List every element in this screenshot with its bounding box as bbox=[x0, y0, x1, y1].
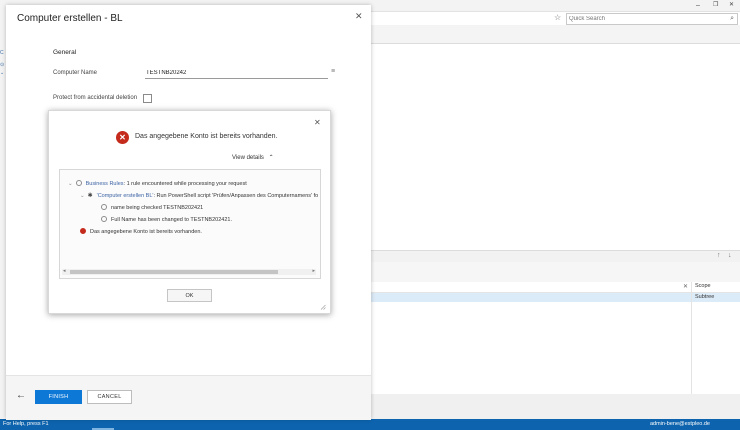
close-icon[interactable]: ✕ bbox=[314, 118, 321, 127]
name-check-text: name being checked TESTNB202421 bbox=[111, 205, 204, 211]
background-toolbar bbox=[371, 25, 740, 44]
dialog-title: Computer erstellen - BL bbox=[17, 13, 123, 24]
background-bottom-pane bbox=[371, 394, 740, 419]
scroll-left-icon[interactable]: ◂ bbox=[63, 268, 66, 274]
horizontal-scrollbar[interactable]: ◂ ▸ bbox=[62, 268, 316, 275]
maximize-button[interactable]: ❐ bbox=[713, 0, 718, 11]
nav-glyph[interactable]: ⊙ bbox=[0, 62, 4, 68]
scroll-right-icon[interactable]: ▸ bbox=[312, 268, 315, 274]
arrow-up-icon[interactable]: ↑ bbox=[717, 252, 721, 259]
field-menu-icon[interactable]: ≡ bbox=[331, 68, 335, 75]
grid-scope-header[interactable]: Scope bbox=[695, 283, 711, 289]
quick-search-box[interactable]: ⌕ bbox=[566, 13, 738, 25]
nav-glyph[interactable]: ⌄ bbox=[0, 70, 4, 76]
tree-row-fullname: Full Name has been changed to TESTNB2024… bbox=[101, 216, 232, 223]
error-icon: ✕ bbox=[116, 131, 129, 144]
remove-column-icon[interactable]: ✕ bbox=[683, 283, 688, 290]
protect-deletion-label: Protect from accidental deletion bbox=[53, 95, 138, 101]
arrow-down-icon[interactable]: ↓ bbox=[728, 252, 732, 259]
search-icon[interactable]: ⌕ bbox=[730, 14, 734, 24]
protect-deletion-checkbox[interactable] bbox=[143, 94, 152, 103]
grid-scope-value: Subtree bbox=[695, 294, 715, 300]
status-user: admin-bene@estpleo.de bbox=[649, 421, 710, 427]
tree-row-error: Das angegebene Konto ist bereits vorhand… bbox=[80, 228, 202, 235]
view-details-toggle[interactable]: View details ⌃ bbox=[232, 154, 274, 161]
back-arrow-icon[interactable]: ← bbox=[16, 390, 26, 401]
rule-text: : Run PowerShell script 'Prüfen/Anpassen… bbox=[153, 193, 319, 199]
gear-icon: ✱ bbox=[87, 193, 93, 199]
resize-grip-icon[interactable] bbox=[320, 304, 326, 310]
quick-search-input[interactable] bbox=[567, 14, 719, 24]
tree-row-rule[interactable]: ⌄ ✱ 'Computer erstellen BL': Run PowerShel… bbox=[80, 192, 318, 199]
error-circle-icon bbox=[80, 228, 86, 234]
status-help-text: For Help, press F1 bbox=[3, 421, 49, 427]
ok-button[interactable]: OK bbox=[167, 289, 212, 302]
collapse-chevron-icon[interactable]: ⌄ bbox=[80, 193, 85, 199]
error-message: Das angegebene Konto ist bereits vorhand… bbox=[135, 133, 278, 140]
collapse-chevron-icon[interactable]: ⌄ bbox=[68, 181, 73, 187]
finish-button[interactable]: FINISH bbox=[35, 390, 82, 404]
error-dialog: ✕ ✕ Das angegebene Konto ist bereits vor… bbox=[48, 110, 331, 314]
info-circle-icon bbox=[101, 204, 107, 210]
scrollbar-thumb[interactable] bbox=[70, 270, 278, 274]
tree-row-name-check: name being checked TESTNB202421 bbox=[101, 204, 203, 211]
computer-name-label: Computer Name bbox=[53, 70, 98, 76]
info-circle-icon bbox=[75, 180, 82, 186]
info-circle-icon bbox=[101, 216, 107, 222]
minimize-button[interactable]: – bbox=[696, 0, 700, 11]
favorite-star-icon[interactable]: ☆ bbox=[554, 13, 561, 23]
background-main-pane bbox=[371, 44, 740, 250]
nav-glyph[interactable]: C bbox=[0, 50, 4, 56]
computer-name-input[interactable] bbox=[145, 67, 328, 79]
close-window-button[interactable]: ✕ bbox=[729, 0, 734, 11]
tree-row-business-rules[interactable]: ⌄ Business Rules: 1 rule encountered whil… bbox=[68, 180, 247, 187]
background-lower-toolbar bbox=[371, 262, 740, 283]
fullname-text: Full Name has been changed to TESTNB2024… bbox=[111, 217, 232, 223]
details-tree: ⌄ Business Rules: 1 rule encountered whil… bbox=[59, 169, 321, 279]
business-rules-text: : 1 rule encountered while processing yo… bbox=[123, 181, 247, 187]
rule-link[interactable]: 'Computer erstellen BL' bbox=[97, 193, 154, 199]
tree-error-text: Das angegebene Konto ist bereits vorhand… bbox=[90, 229, 202, 235]
close-icon[interactable]: ✕ bbox=[355, 11, 363, 22]
background-grid: ✕ Scope Subtree bbox=[371, 282, 740, 394]
cancel-button[interactable]: CANCEL bbox=[87, 390, 132, 404]
section-title-general: General bbox=[53, 49, 77, 56]
grid-column-divider bbox=[691, 282, 692, 394]
chevron-up-icon: ⌃ bbox=[268, 155, 274, 161]
view-details-label: View details bbox=[232, 155, 264, 161]
grid-selected-row[interactable] bbox=[371, 293, 740, 302]
status-bar: For Help, press F1 admin-bene@estpleo.de bbox=[0, 419, 740, 430]
business-rules-link[interactable]: Business Rules bbox=[86, 181, 124, 187]
